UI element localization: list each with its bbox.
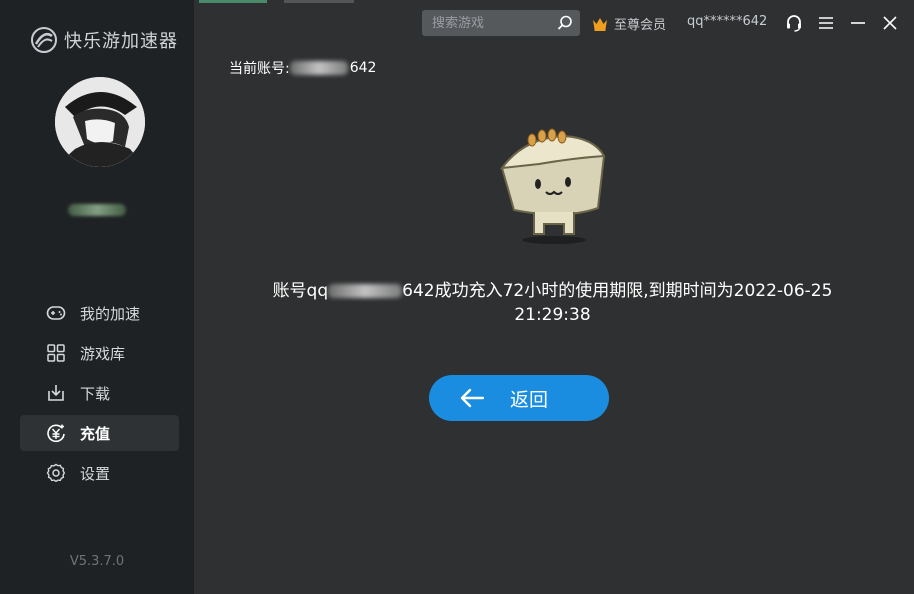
search-box [422,10,580,36]
tab-indicator-secondary [284,0,354,3]
app-window: 快乐游加速器 我的加速 游戏库 下载 充值 设置 V5.3.7.0 搜索游戏 至… [0,0,914,594]
nickname-redacted [68,204,126,216]
customer-service-button[interactable] [783,12,805,34]
mascot-image [494,128,610,246]
nav-item-label: 游戏库 [80,344,126,363]
vip-label: 至尊会员 [614,18,667,33]
nickname [0,204,194,220]
message-account-redacted [328,284,403,298]
nav-item-label: 我的加速 [80,304,141,323]
gear-icon [46,463,66,483]
search-input[interactable] [432,10,552,36]
user-id[interactable]: qq******642 [687,14,767,29]
account-label: 当前账号: [229,61,290,77]
nav-item-recharge[interactable]: 充值 [20,415,179,451]
account-suffix: 642 [349,60,377,76]
close-button[interactable] [879,12,901,34]
nav-item-label: 设置 [80,464,111,483]
nav-item-game-library[interactable]: 游戏库 [20,335,179,371]
message-line-2: 21:29:38 [514,305,591,325]
title-bar: 至尊会员 qq******642 [194,0,914,46]
message-line-1: 账号qq 642成功充入72小时的使用期限,到期时间为2022-06-25 [272,281,833,301]
account-redacted [289,61,348,75]
app-logo: 快乐游加速器 [30,26,178,54]
tab-indicator [199,0,267,3]
version-label: V5.3.7.0 [69,554,125,569]
yuan-recharge-icon [46,423,66,443]
vip-badge[interactable]: 至尊会员 [592,14,666,33]
sidebar: 快乐游加速器 我的加速 游戏库 下载 充值 设置 V5.3.7.0 [0,0,194,594]
close-icon [883,16,897,30]
back-button[interactable]: 返回 [429,375,609,421]
nav-item-settings[interactable]: 设置 [20,455,179,491]
sidebar-nav: 我的加速 游戏库 下载 充值 设置 [20,295,179,495]
current-account: 当前账号: 642 [229,58,376,78]
recharge-success-message: 账号qq 642成功充入72小时的使用期限,到期时间为2022-06-25 21:… [230,279,875,327]
avatar[interactable] [55,77,145,167]
app-name: 快乐游加速器 [64,31,178,52]
logo-icon [31,27,57,53]
back-button-label: 返回 [509,388,548,411]
menu-icon [819,17,833,29]
gamepad-icon [46,303,66,323]
arrow-left-icon [459,387,485,414]
nav-item-label: 下载 [80,384,111,403]
nav-item-label: 充值 [80,424,111,443]
crown-icon [593,17,607,31]
download-icon [46,383,66,403]
nav-item-my-acceleration[interactable]: 我的加速 [20,295,179,331]
grid-icon [46,343,66,363]
nav-item-download[interactable]: 下载 [20,375,179,411]
headset-icon [787,15,801,32]
menu-button[interactable] [815,12,837,34]
minimize-button[interactable] [847,12,869,34]
minimize-icon [851,22,865,24]
search-icon[interactable] [556,14,574,36]
